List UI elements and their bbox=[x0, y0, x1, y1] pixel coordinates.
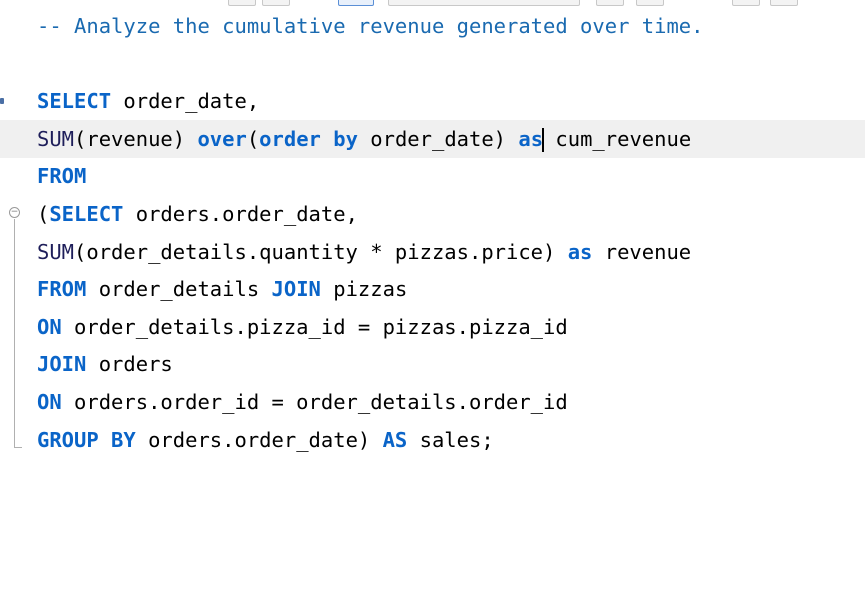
sql-keyword: JOIN bbox=[37, 352, 87, 377]
sql-text: ( bbox=[37, 202, 50, 226]
code-text: GROUP BY orders.order_date) AS sales; bbox=[37, 421, 494, 459]
code-line[interactable]: JOIN orders bbox=[0, 345, 865, 383]
sql-text: orders.order_date, bbox=[123, 202, 358, 226]
sql-text: orders.order_date) bbox=[135, 427, 383, 452]
code-line[interactable]: SUM(order_details.quantity * pizzas.pric… bbox=[0, 233, 865, 271]
sql-function: SUM bbox=[37, 126, 75, 151]
code-text: ON orders.order_id = order_details.order… bbox=[37, 383, 568, 421]
code-text: FROM order_details JOIN pizzas bbox=[37, 270, 407, 308]
sql-keyword: ON bbox=[37, 390, 62, 414]
sql-text: ( bbox=[246, 126, 260, 151]
sql-text: (revenue) bbox=[74, 126, 198, 151]
code-line[interactable]: SELECT order_date, bbox=[0, 82, 865, 120]
collapse-icon[interactable]: − bbox=[9, 207, 20, 218]
code-text: (SELECT orders.order_date, bbox=[37, 195, 358, 233]
fold-end-marker bbox=[14, 446, 22, 448]
sql-text: orders.order_id = order_details.order_id bbox=[61, 390, 568, 414]
sql-keyword: SELECT bbox=[37, 89, 112, 114]
sql-text: (order_details.quantity * pizzas.price) bbox=[74, 239, 568, 264]
sql-text: pizzas bbox=[320, 277, 408, 302]
code-text: SUM(revenue) over(order by order_date) a… bbox=[37, 120, 691, 158]
code-text: SUM(order_details.quantity * pizzas.pric… bbox=[37, 233, 691, 271]
code-text: FROM bbox=[37, 157, 86, 195]
code-line[interactable]: GROUP BY orders.order_date) AS sales; bbox=[0, 421, 865, 459]
code-line[interactable]: SUM(revenue) over(order by order_date) a… bbox=[0, 119, 865, 158]
sql-function: SUM bbox=[37, 239, 75, 264]
code-line[interactable]: − (SELECT orders.order_date, bbox=[0, 195, 865, 233]
sql-keyword: order by bbox=[259, 126, 358, 151]
sql-keyword: JOIN bbox=[271, 277, 321, 302]
sql-text: order_details bbox=[86, 277, 272, 302]
statement-marker-icon bbox=[0, 98, 4, 105]
sql-keyword: SELECT bbox=[49, 202, 124, 226]
sql-keyword: GROUP BY bbox=[37, 427, 136, 452]
code-text: SELECT order_date, bbox=[37, 82, 259, 120]
sql-keyword: over bbox=[197, 126, 247, 151]
code-line[interactable]: ON orders.order_id = order_details.order… bbox=[0, 383, 865, 421]
code-line[interactable] bbox=[0, 45, 865, 83]
sql-keyword: as bbox=[567, 239, 593, 264]
code-line[interactable]: ON order_details.pizza_id = pizzas.pizza… bbox=[0, 308, 865, 346]
sql-text: sales; bbox=[407, 427, 494, 452]
sql-text: order_details.pizza_id = pizzas.pizza_id bbox=[61, 314, 568, 339]
sql-keyword: ON bbox=[37, 314, 62, 339]
code-text: -- Analyze the cumulative revenue genera… bbox=[37, 7, 703, 45]
code-text: JOIN orders bbox=[37, 345, 173, 383]
sql-text: orders bbox=[86, 352, 173, 377]
comment-line[interactable]: -- Analyze the cumulative revenue genera… bbox=[0, 7, 865, 45]
sql-keyword: FROM bbox=[37, 164, 87, 189]
sql-keyword: FROM bbox=[37, 277, 87, 302]
code-line[interactable]: FROM order_details JOIN pizzas bbox=[0, 270, 865, 308]
sql-text: revenue bbox=[592, 239, 692, 264]
sql-text: order_date, bbox=[111, 89, 260, 114]
sql-keyword: as bbox=[518, 126, 545, 152]
sql-keyword: AS bbox=[382, 427, 408, 452]
sql-text: cum_revenue bbox=[543, 126, 692, 151]
sql-editor[interactable]: -- Analyze the cumulative revenue genera… bbox=[0, 6, 865, 589]
fold-guide-line bbox=[14, 219, 15, 447]
code-line[interactable]: FROM bbox=[0, 157, 865, 195]
sql-text: order_date) bbox=[357, 126, 519, 151]
sql-comment: -- Analyze the cumulative revenue genera… bbox=[37, 14, 704, 38]
code-text: ON order_details.pizza_id = pizzas.pizza… bbox=[37, 308, 568, 346]
